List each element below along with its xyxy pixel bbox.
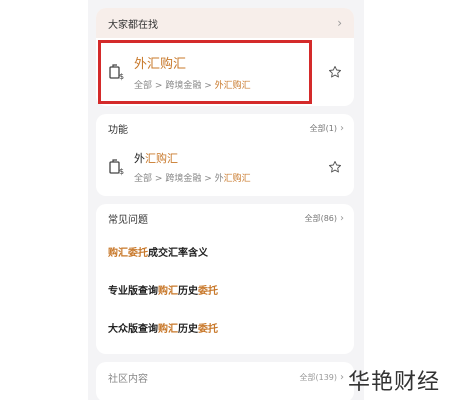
- function-header: 功能 全部(1) ›: [96, 114, 354, 142]
- community-title: 社区内容: [108, 373, 148, 385]
- community-card: 社区内容 全部(139) ›: [96, 362, 354, 400]
- community-header: 社区内容 全部(139) ›: [96, 362, 354, 392]
- popular-search-title: 大家都在找: [108, 19, 158, 31]
- function-title: 功能: [108, 124, 128, 136]
- fx-exchange-icon: $: [109, 64, 124, 81]
- popular-item-fx-purchase[interactable]: $ 外汇购汇 全部 > 跨境金融 > 外汇购汇: [96, 38, 354, 106]
- popular-item-path: 全部 > 跨境金融 > 外汇购汇: [134, 81, 251, 91]
- fx-exchange-icon: $: [109, 159, 124, 176]
- svg-text:$: $: [119, 72, 124, 81]
- community-all-link[interactable]: 全部(139) ›: [299, 372, 344, 383]
- faq-item[interactable]: 购汇委托 成交汇率含义: [96, 232, 354, 270]
- popular-search-card: 大家都在找 › $ 外汇购汇 全部 > 跨境金融 > 外汇购汇: [96, 8, 354, 106]
- faq-title: 常见问题: [108, 214, 148, 226]
- function-item-fx-purchase[interactable]: $ 外汇购汇 全部 > 跨境金融 > 外汇购汇: [96, 142, 354, 192]
- chevron-right-icon: ›: [340, 371, 344, 383]
- faq-all-link[interactable]: 全部(86) ›: [305, 213, 344, 224]
- popular-search-header[interactable]: 大家都在找 ›: [96, 8, 354, 38]
- function-item-path: 全部 > 跨境金融 > 外汇购汇: [134, 174, 251, 184]
- chevron-right-icon: ›: [340, 122, 344, 134]
- faq-header: 常见问题 全部(86) ›: [96, 204, 354, 232]
- chevron-right-icon[interactable]: ›: [337, 16, 342, 30]
- star-favorite-icon[interactable]: [328, 160, 342, 174]
- watermark-text: 华艳财经: [348, 370, 441, 395]
- chevron-right-icon: ›: [340, 212, 344, 224]
- function-all-link[interactable]: 全部(1) ›: [310, 123, 344, 134]
- faq-item[interactable]: 大众版查询 购汇 历史 委托: [96, 308, 354, 346]
- function-item-title: 外汇购汇: [134, 152, 178, 165]
- popular-item-title: 外汇购汇: [134, 57, 187, 72]
- function-card: 功能 全部(1) › $ 外汇购汇 全部 > 跨境金融 > 外汇购汇: [96, 114, 354, 196]
- faq-item[interactable]: 专业版查询 购汇 历史 委托: [96, 270, 354, 308]
- star-favorite-icon[interactable]: [328, 65, 342, 79]
- faq-card: 常见问题 全部(86) › 购汇委托 成交汇率含义 专业版查询 购汇 历史 委托 大众版查…: [96, 204, 354, 354]
- svg-text:$: $: [119, 167, 124, 176]
